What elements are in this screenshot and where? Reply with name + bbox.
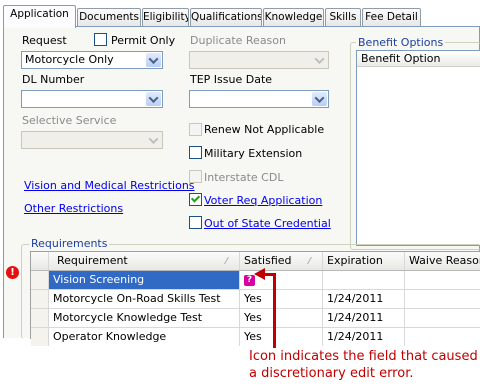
tab-knowledge[interactable]: Knowledge — [263, 8, 324, 27]
sort-icon — [306, 257, 319, 264]
vision-medical-restrictions-link[interactable]: Vision and Medical Restrictions — [24, 179, 195, 192]
request-select[interactable]: Motorcycle Only — [21, 51, 163, 69]
request-label: Request — [22, 34, 67, 47]
satisfied-cell[interactable]: ? — [240, 271, 323, 289]
benefit-options-legend: Benefit Options — [356, 36, 446, 49]
other-restrictions-link[interactable]: Other Restrictions — [24, 202, 123, 215]
waive-reason-cell[interactable] — [405, 271, 480, 289]
expiration-cell[interactable]: 1/24/2011 — [323, 309, 405, 327]
table-row[interactable]: Motorcycle Knowledge Test Yes 1/24/2011 — [31, 309, 480, 328]
requirements-legend: Requirements — [29, 237, 110, 250]
tab-qualifications[interactable]: Qualifications — [190, 8, 262, 27]
tab-eligibility[interactable]: Eligibility — [142, 8, 189, 27]
waive-reason-cell[interactable] — [405, 309, 480, 327]
duplicate-reason-select[interactable] — [189, 51, 329, 69]
out-of-state-checkbox[interactable] — [189, 216, 202, 229]
table-row[interactable]: Motorcycle On-Road Skills Test Yes 1/24/… — [31, 290, 480, 309]
sort-icon — [223, 257, 236, 264]
row-header-corner — [31, 252, 49, 270]
application-window: Application Documents Eligibility Qualif… — [0, 0, 480, 346]
duplicate-reason-label: Duplicate Reason — [190, 34, 286, 47]
selective-service-select[interactable] — [21, 131, 163, 149]
tab-application[interactable]: Application — [3, 5, 76, 28]
annotation-caption: Icon indicates the field that caused a d… — [249, 348, 480, 382]
annotation-caption-line: Icon indicates the field that caused — [249, 349, 478, 364]
tab-documents[interactable]: Documents — [77, 8, 141, 27]
application-panel: Request Permit Only Motorcycle Only Dupl… — [3, 26, 480, 346]
waive-reason-cell[interactable] — [405, 328, 480, 346]
row-header[interactable] — [31, 328, 49, 346]
renew-not-applicable-label: Renew Not Applicable — [204, 123, 325, 136]
annotation-arrow-line — [273, 275, 276, 348]
chevron-down-icon[interactable] — [146, 53, 161, 67]
requirements-grid: Requirement Satisfied Expiration Waive R… — [30, 251, 480, 346]
satisfied-cell[interactable]: Yes — [240, 290, 323, 308]
column-header-satisfied[interactable]: Satisfied — [240, 252, 323, 270]
request-select-value: Motorcycle Only — [25, 53, 114, 66]
column-header-label: Satisfied — [244, 254, 292, 267]
chevron-down-icon — [312, 53, 327, 67]
permit-only-checkbox[interactable] — [94, 33, 107, 46]
column-header-waive-reason[interactable]: Waive Reason — [405, 252, 480, 270]
check-icon — [190, 193, 201, 203]
chevron-down-icon[interactable] — [146, 92, 161, 106]
selective-service-label: Selective Service — [22, 114, 117, 127]
column-header-expiration[interactable]: Expiration — [323, 252, 405, 270]
row-header[interactable] — [31, 271, 49, 289]
chevron-down-icon[interactable] — [312, 92, 327, 106]
tep-issue-date-picker[interactable] — [189, 90, 329, 108]
tep-issue-date-label: TEP Issue Date — [190, 73, 273, 86]
benefit-option-column-header[interactable]: Benefit Option — [357, 51, 480, 67]
voter-req-checkbox[interactable] — [189, 193, 202, 206]
expiration-cell[interactable]: 1/24/2011 — [323, 328, 405, 346]
dl-number-select[interactable] — [21, 90, 163, 108]
requirement-cell[interactable]: Motorcycle On-Road Skills Test — [49, 290, 240, 308]
interstate-cdl-label: Interstate CDL — [204, 171, 284, 184]
chevron-down-icon — [146, 133, 161, 147]
waive-reason-cell[interactable] — [405, 290, 480, 308]
military-extension-label: Military Extension — [204, 147, 303, 160]
voter-req-link[interactable]: Voter Req Application — [204, 194, 322, 207]
tab-fee-detail[interactable]: Fee Detail — [362, 8, 421, 27]
requirement-cell[interactable]: Operator Knowledge — [49, 328, 240, 346]
permit-only-label: Permit Only — [111, 34, 176, 47]
row-header[interactable] — [31, 290, 49, 308]
military-extension-checkbox[interactable] — [189, 146, 202, 159]
error-icon[interactable]: ! — [6, 266, 19, 279]
column-header-label: Requirement — [57, 254, 128, 267]
satisfied-cell[interactable]: Yes — [240, 328, 323, 346]
column-header-requirement[interactable]: Requirement — [49, 252, 240, 270]
expiration-cell[interactable] — [323, 271, 405, 289]
requirement-cell[interactable]: Motorcycle Knowledge Test — [49, 309, 240, 327]
renew-not-applicable-checkbox[interactable] — [189, 123, 202, 136]
requirement-cell[interactable]: Vision Screening — [49, 271, 240, 289]
tab-strip: Application Documents Eligibility Qualif… — [3, 5, 480, 28]
annotation-caption-line: a discretionary edit error. — [249, 366, 414, 381]
satisfied-cell[interactable]: Yes — [240, 309, 323, 327]
benefit-options-list[interactable]: Benefit Option — [356, 50, 480, 246]
expiration-cell[interactable]: 1/24/2011 — [323, 290, 405, 308]
tab-skills[interactable]: Skills — [325, 8, 361, 27]
table-row[interactable]: Operator Knowledge Yes 1/24/2011 — [31, 328, 480, 347]
dl-number-label: DL Number — [22, 73, 85, 86]
out-of-state-link[interactable]: Out of State Credential — [204, 217, 331, 230]
row-header[interactable] — [31, 309, 49, 327]
